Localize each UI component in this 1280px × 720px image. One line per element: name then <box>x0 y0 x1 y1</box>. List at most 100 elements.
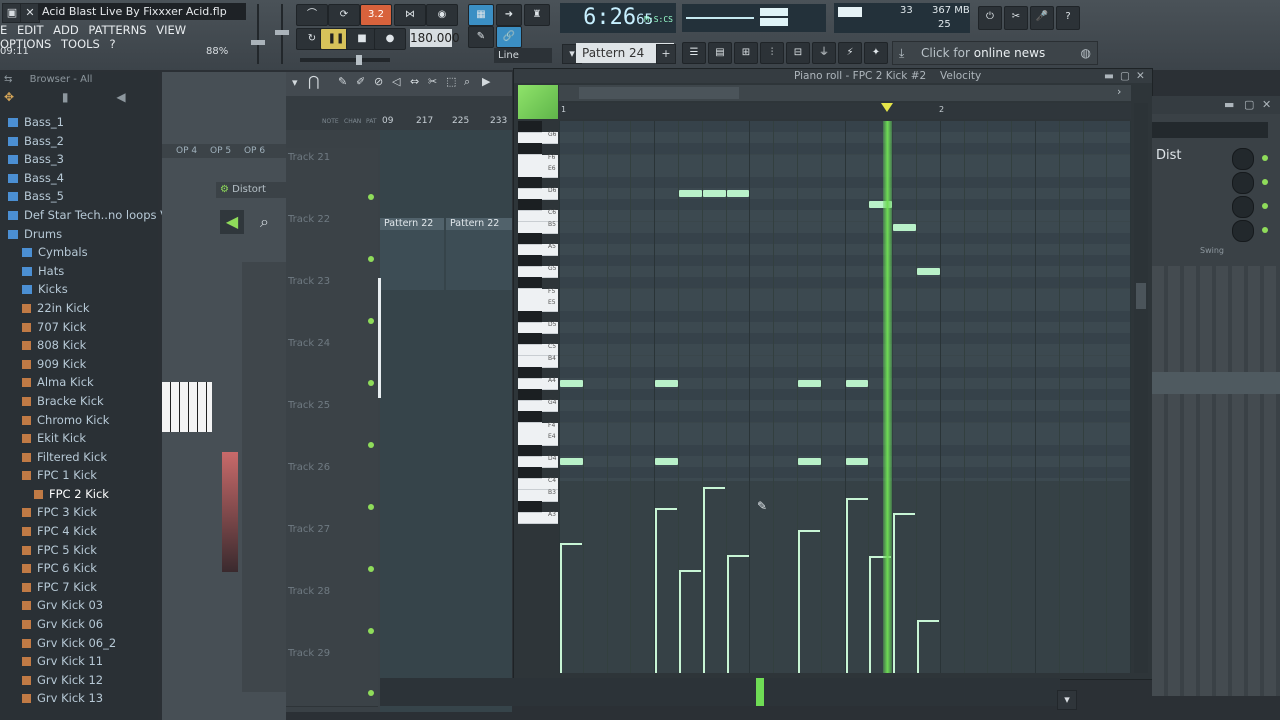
blend-notes-icon[interactable]: ⋈ <box>394 4 426 26</box>
browser-file[interactable]: FPC 4 Kick <box>0 522 158 541</box>
led-indicator[interactable] <box>1262 155 1268 161</box>
note[interactable] <box>702 190 726 198</box>
slip-icon[interactable]: ⇔ <box>410 75 419 88</box>
browser-file[interactable]: FPC 2 Kick <box>0 485 158 504</box>
scroll-down-arrow-icon[interactable]: ▾ <box>1057 690 1077 710</box>
black-key[interactable] <box>518 176 542 189</box>
browser-icon[interactable]: ⊟ <box>786 42 810 64</box>
velocity-bar[interactable] <box>679 569 681 673</box>
velocity-scrollbar[interactable] <box>1134 481 1148 673</box>
mixer-icon[interactable]: ⫶ <box>760 42 784 64</box>
track-header[interactable]: Track 26 <box>286 458 378 521</box>
track-led[interactable] <box>368 628 374 634</box>
black-key[interactable] <box>518 277 542 290</box>
knob[interactable] <box>1232 172 1254 194</box>
speaker-icon[interactable]: ◀ <box>220 210 244 234</box>
playlist-icon[interactable]: ☰ <box>682 42 706 64</box>
pattern-clip[interactable]: Pattern 22 <box>446 218 512 290</box>
news-button[interactable]: ⤓ Click for online news ◍ <box>892 41 1098 65</box>
note[interactable] <box>560 379 583 387</box>
black-key[interactable] <box>518 333 542 346</box>
track-header[interactable]: Track 29 <box>286 644 378 707</box>
note[interactable] <box>655 379 678 387</box>
browser-file[interactable]: 22in Kick <box>0 299 158 318</box>
channel-rack-icon[interactable]: ⊞ <box>734 42 758 64</box>
browser-folder[interactable]: Kicks <box>0 280 158 299</box>
time-display[interactable]: 6:2665 M:S:CS <box>560 3 676 33</box>
browser-folder[interactable]: Bass_4 <box>0 169 158 188</box>
note[interactable] <box>845 379 869 387</box>
browser-folder-icon[interactable]: ▮ <box>62 90 69 104</box>
browser-file[interactable]: FPC 3 Kick <box>0 503 158 522</box>
vertical-scrollbar[interactable]: ▾ <box>1134 103 1148 523</box>
microphone-icon[interactable]: 🎤 <box>1030 6 1054 30</box>
menu-add[interactable]: ADD <box>53 23 79 37</box>
panel-minimize-icon[interactable]: ▬ <box>1224 98 1234 111</box>
song-position-slider[interactable] <box>300 55 390 65</box>
track-led[interactable] <box>368 690 374 696</box>
velocity-bar[interactable] <box>917 620 919 673</box>
record-button[interactable]: ● <box>374 28 406 50</box>
slice-icon[interactable]: ✂ <box>428 75 437 88</box>
knob[interactable] <box>1232 220 1254 242</box>
browser-arrows-icon[interactable]: ⇆ <box>4 74 12 85</box>
add-pattern-button[interactable]: + <box>656 44 676 64</box>
playlist-grid[interactable]: Pattern 22 Pattern 22 <box>378 130 512 712</box>
track-header[interactable]: Track 21 <box>286 148 378 211</box>
black-key[interactable] <box>518 411 542 424</box>
velocity-bar[interactable] <box>726 554 729 673</box>
piano-roll-target[interactable]: Velocity <box>940 69 981 83</box>
delete-icon[interactable]: ⊘ <box>374 75 383 88</box>
piano-roll-ruler[interactable]: 1 2 <box>559 103 1131 119</box>
browser-folder[interactable]: Drums <box>0 225 158 244</box>
track-header[interactable]: Track 23 <box>286 272 378 335</box>
browser-folder[interactable]: Hats <box>0 262 158 281</box>
black-key[interactable] <box>518 444 542 457</box>
minimize-icon[interactable]: ▬ <box>1104 69 1114 83</box>
menu-view[interactable]: VIEW <box>156 23 186 37</box>
led-indicator[interactable] <box>1262 203 1268 209</box>
track-led[interactable] <box>368 566 374 572</box>
magnet-icon[interactable]: ⋂ <box>308 74 319 90</box>
led-indicator[interactable] <box>1262 227 1268 233</box>
op-tab-5[interactable]: OP 5 <box>210 146 231 156</box>
help-icon[interactable]: ? <box>1056 6 1080 30</box>
browser-folder[interactable]: Bass_1 <box>0 113 158 132</box>
browser-speaker-icon[interactable]: ◀ <box>116 90 125 104</box>
led-indicator[interactable] <box>1262 179 1268 185</box>
bottom-scroll-strip[interactable] <box>380 678 1060 706</box>
black-key[interactable] <box>518 255 542 268</box>
track-header[interactable]: Track 24 <box>286 334 378 397</box>
piano-roll-corner[interactable] <box>518 85 558 119</box>
browser-folder[interactable]: Def Star Tech..no loops Vol 1 <box>0 206 188 225</box>
track-led[interactable] <box>368 380 374 386</box>
piano-keyboard[interactable]: G6 F6 E6 D6 C6 B5 A5 G5 F5 E5 D5 C5 B4 A4 G4 F4 E4 D4 C4 B3… <box>518 121 558 524</box>
browser-file[interactable]: FPC 6 Kick <box>0 559 158 578</box>
velocity-bar[interactable] <box>702 486 705 673</box>
playlist-menu-icon[interactable]: ▾ <box>292 76 298 89</box>
tools-icon[interactable]: ✦ <box>864 42 888 64</box>
velocity-bar[interactable] <box>798 530 800 673</box>
typing-keyboard-icon[interactable]: ▦ <box>468 4 494 26</box>
browser-file[interactable]: FPC 5 Kick <box>0 541 158 560</box>
power-icon[interactable]: ⏻ <box>978 6 1002 30</box>
note-grid[interactable] <box>559 121 1131 523</box>
velocity-pane[interactable] <box>559 481 1132 673</box>
knob[interactable] <box>1232 196 1254 218</box>
selected-channel-row[interactable] <box>1152 372 1280 394</box>
track-header[interactable]: Track 27 <box>286 520 378 583</box>
brush-icon[interactable]: ✐ <box>356 75 365 88</box>
browser-file[interactable]: FPC 7 Kick <box>0 578 158 597</box>
pencil-icon[interactable]: ✎ <box>338 75 347 88</box>
black-key[interactable] <box>518 467 542 480</box>
track-led[interactable] <box>368 442 374 448</box>
maximize-icon[interactable]: ▢ <box>1120 69 1130 83</box>
black-key[interactable] <box>518 232 542 245</box>
plugin-picker-icon[interactable]: ♜ <box>524 4 550 26</box>
master-pitch-slider[interactable] <box>248 4 268 64</box>
browser-file[interactable]: 707 Kick <box>0 318 158 337</box>
playhead-marker[interactable] <box>881 103 893 112</box>
menu-edit[interactable]: EDIT <box>17 23 44 37</box>
browser-file[interactable]: Grv Kick 12 <box>0 671 158 690</box>
note[interactable] <box>893 223 916 231</box>
